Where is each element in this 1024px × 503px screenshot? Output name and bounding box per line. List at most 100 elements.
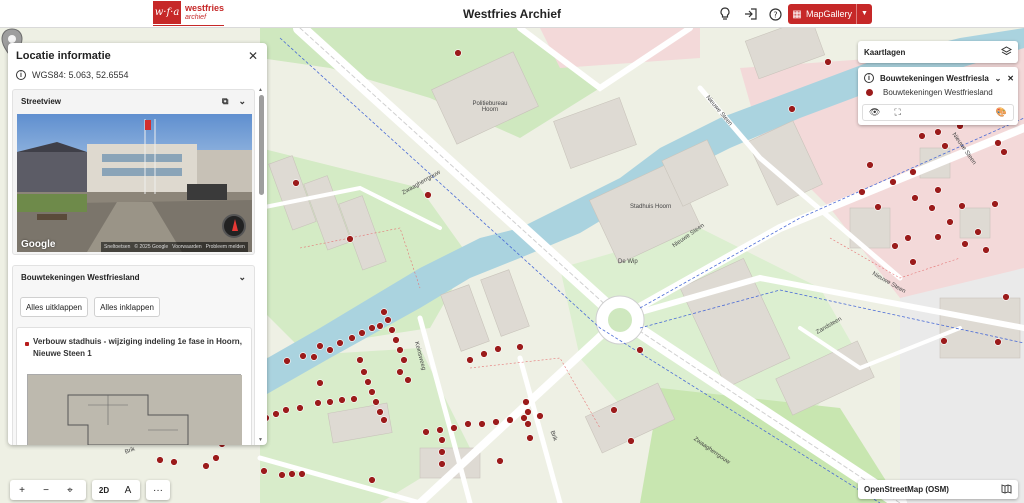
bouwtekening-marker[interactable]	[376, 408, 384, 416]
bouwtekening-marker[interactable]	[368, 388, 376, 396]
bouwtekening-marker[interactable]	[934, 128, 942, 136]
bouwtekening-marker[interactable]	[283, 357, 291, 365]
bouwtekening-marker[interactable]	[350, 395, 358, 403]
open-external-icon[interactable]: ⧉	[222, 96, 228, 107]
bouwtekening-marker[interactable]	[1000, 148, 1008, 156]
bouwtekening-marker[interactable]	[506, 416, 514, 424]
chevron-down-icon[interactable]: ▼	[856, 4, 872, 24]
bouwtekening-marker[interactable]	[627, 437, 635, 445]
bouwtekening-marker[interactable]	[858, 188, 866, 196]
bouwtekening-marker[interactable]	[904, 234, 912, 242]
zoom-out-button[interactable]: −	[34, 485, 58, 496]
bouwtekening-marker[interactable]	[358, 329, 366, 337]
bouwtekening-marker[interactable]	[466, 356, 474, 364]
bouwtekening-marker[interactable]	[400, 356, 408, 364]
chevron-down-icon[interactable]: ⌄	[995, 74, 1002, 83]
bouwtekening-marker[interactable]	[958, 202, 966, 210]
bouwtekening-marker[interactable]	[396, 346, 404, 354]
bouwtekening-marker[interactable]	[260, 467, 268, 475]
bouwtekening-marker[interactable]	[372, 398, 380, 406]
palette-icon[interactable]: 🎨	[996, 107, 1007, 118]
help-icon[interactable]: ?	[767, 6, 783, 22]
map-book-icon[interactable]	[1001, 483, 1012, 496]
bouwtekening-marker[interactable]	[299, 352, 307, 360]
bouwtekening-marker[interactable]	[928, 204, 936, 212]
bouwtekening-marker[interactable]	[940, 337, 948, 345]
bouwtekening-marker[interactable]	[994, 139, 1002, 147]
bouwtekening-marker[interactable]	[994, 338, 1002, 346]
bouwtekening-marker[interactable]	[991, 200, 999, 208]
bouwtekening-marker[interactable]	[934, 233, 942, 241]
bouwtekening-marker[interactable]	[961, 240, 969, 248]
bouwtekening-marker[interactable]	[388, 326, 396, 334]
collapse-all-button[interactable]: Alles inklappen	[94, 297, 160, 317]
bouwtekening-marker[interactable]	[438, 460, 446, 468]
bouwtekening-marker[interactable]	[202, 462, 210, 470]
bouwtekening-marker[interactable]	[156, 456, 164, 464]
bouwtekening-marker[interactable]	[438, 448, 446, 456]
bouwtekening-marker[interactable]	[464, 420, 472, 428]
bouwtekening-marker[interactable]	[392, 336, 400, 344]
bouwtekening-marker[interactable]	[278, 471, 286, 479]
bouwtekening-marker[interactable]	[526, 434, 534, 442]
bouwtekening-marker[interactable]	[360, 368, 368, 376]
info-icon[interactable]: i	[864, 73, 874, 83]
basemap-selector[interactable]: OpenStreetMap (OSM)	[858, 480, 1018, 499]
bouwtekening-marker[interactable]	[292, 179, 300, 187]
north-button[interactable]: A	[116, 485, 140, 496]
bouwtekening-marker[interactable]	[866, 161, 874, 169]
bouwtekening-marker[interactable]	[522, 398, 530, 406]
bouwtekening-marker[interactable]	[524, 420, 532, 428]
lightbulb-icon[interactable]	[717, 6, 733, 22]
bouwtekening-marker[interactable]	[326, 398, 334, 406]
bouwtekening-marker[interactable]	[348, 334, 356, 342]
bouwtekening-marker[interactable]	[496, 457, 504, 465]
bouwtekening-marker[interactable]	[296, 404, 304, 412]
bouwtekening-marker[interactable]	[494, 345, 502, 353]
bouwtekening-marker[interactable]	[1002, 293, 1010, 301]
zoom-extent-icon[interactable]: ⛶	[894, 107, 900, 118]
locate-button[interactable]: ⌖	[58, 485, 82, 496]
bouwtekening-marker[interactable]	[364, 378, 372, 386]
bouwtekening-marker[interactable]	[450, 424, 458, 432]
layers-icon[interactable]	[1000, 46, 1013, 58]
bouwtekening-marker[interactable]	[346, 235, 354, 243]
bouwtekening-marker[interactable]	[436, 426, 444, 434]
bouwtekening-marker[interactable]	[909, 168, 917, 176]
more-button[interactable]: ···	[146, 485, 170, 496]
eye-icon[interactable]: 👁	[869, 107, 880, 118]
streetview-footer-3[interactable]: Voorwaarden	[172, 244, 201, 250]
bouwtekening-marker[interactable]	[356, 356, 364, 364]
bouwtekening-marker[interactable]	[326, 346, 334, 354]
bouwtekening-marker[interactable]	[891, 242, 899, 250]
kaartlagen-panel[interactable]: Kaartlagen	[858, 41, 1018, 63]
streetview-header[interactable]: Streetview ⧉ ⌄	[13, 90, 254, 112]
bouwtekening-marker[interactable]	[316, 379, 324, 387]
bouwtekening-marker[interactable]	[272, 410, 280, 418]
bouwtekening-marker[interactable]	[380, 416, 388, 424]
bouwtekening-marker[interactable]	[934, 186, 942, 194]
bouwtekening-marker[interactable]	[424, 191, 432, 199]
bouwtekening-marker[interactable]	[314, 399, 322, 407]
bouwtekening-marker[interactable]	[982, 246, 990, 254]
bouwtekening-marker[interactable]	[610, 406, 618, 414]
mapgallery-button[interactable]: ▦ MapGallery ▼	[788, 4, 872, 24]
bouwtekening-marker[interactable]	[380, 308, 388, 316]
expand-all-button[interactable]: Alles uitklappen	[20, 297, 88, 317]
bouwtekening-marker[interactable]	[438, 436, 446, 444]
bouwtekening-marker[interactable]	[941, 142, 949, 150]
bouwtekening-marker[interactable]	[911, 194, 919, 202]
logo[interactable]: w·f·a westfries archief	[153, 1, 225, 26]
streetview-footer-4[interactable]: Probleem melden	[206, 244, 245, 250]
bouwtekening-marker[interactable]	[404, 376, 412, 384]
login-icon[interactable]	[742, 6, 758, 22]
bouwtekening-marker[interactable]	[396, 368, 404, 376]
bouwtekening-marker[interactable]	[336, 339, 344, 347]
bouwtekeningen-header[interactable]: Bouwtekeningen Westfriesland ⌄	[13, 266, 254, 288]
bouwtekening-marker[interactable]	[288, 470, 296, 478]
bouwtekening-marker[interactable]	[918, 132, 926, 140]
close-icon[interactable]: ✕	[1007, 74, 1014, 83]
2d-button[interactable]: 2D	[92, 486, 116, 495]
bouwtekening-marker[interactable]	[338, 396, 346, 404]
bouwtekening-marker[interactable]	[909, 258, 917, 266]
